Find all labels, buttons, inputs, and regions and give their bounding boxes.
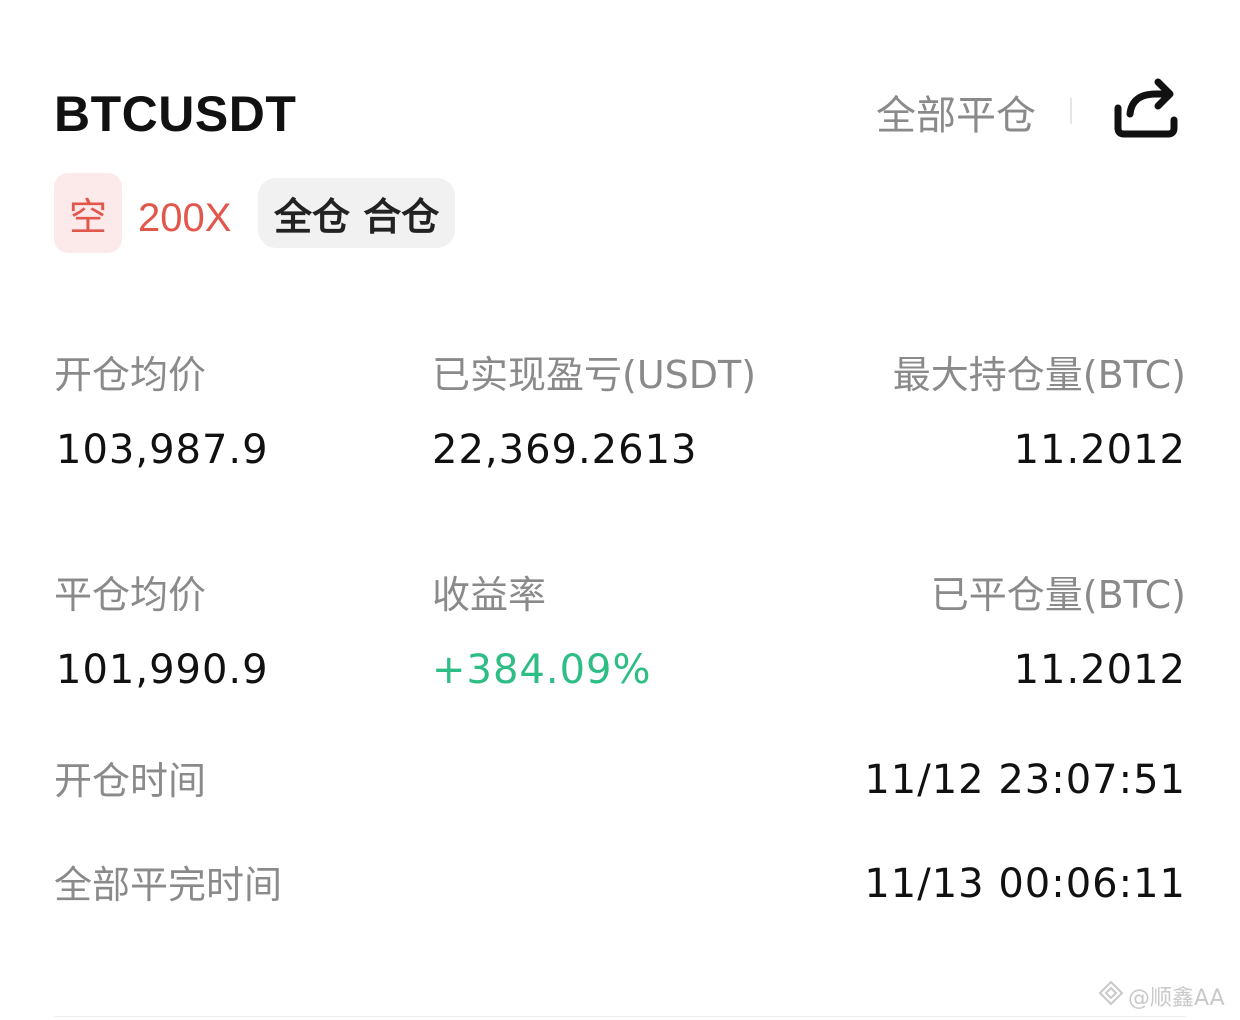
max-position-label: 最大持仓量(BTC) [892, 353, 1186, 397]
roi-label: 收益率 [432, 573, 547, 617]
leverage-badge: 200X [138, 196, 232, 240]
roi-value: +384.09% [432, 647, 652, 693]
watermark: @顺鑫AA [1098, 980, 1225, 1012]
avg-close-price-value: 101,990.9 [56, 647, 269, 693]
share-icon[interactable] [1110, 74, 1182, 140]
closed-amount-label: 已平仓量(BTC) [930, 573, 1186, 617]
header-divider [1070, 98, 1072, 124]
symbol-title: BTCUSDT [54, 86, 297, 142]
open-time-value: 11/12 23:07:51 [864, 757, 1186, 803]
full-close-time-value: 11/13 00:06:11 [864, 861, 1186, 907]
realized-pnl-label: 已实现盈亏(USDT) [432, 353, 757, 397]
realized-pnl-value: 22,369.2613 [432, 427, 698, 473]
max-position-value: 11.2012 [1013, 427, 1186, 473]
bottom-divider [54, 1016, 1186, 1017]
avg-close-price-label: 平仓均价 [54, 573, 207, 617]
avg-open-price-value: 103,987.9 [56, 427, 269, 473]
open-time-label: 开仓时间 [54, 759, 207, 803]
watermark-text: @顺鑫AA [1128, 986, 1225, 1011]
closed-amount-value: 11.2012 [1013, 647, 1186, 693]
close-all-button[interactable]: 全部平仓 [876, 88, 1036, 144]
margin-mode-badge: 全仓 合仓 [258, 178, 456, 248]
direction-badge: 空 [54, 173, 122, 253]
brand-logo-icon [1098, 980, 1124, 1012]
avg-open-price-label: 开仓均价 [54, 353, 207, 397]
full-close-time-label: 全部平完时间 [54, 863, 283, 907]
